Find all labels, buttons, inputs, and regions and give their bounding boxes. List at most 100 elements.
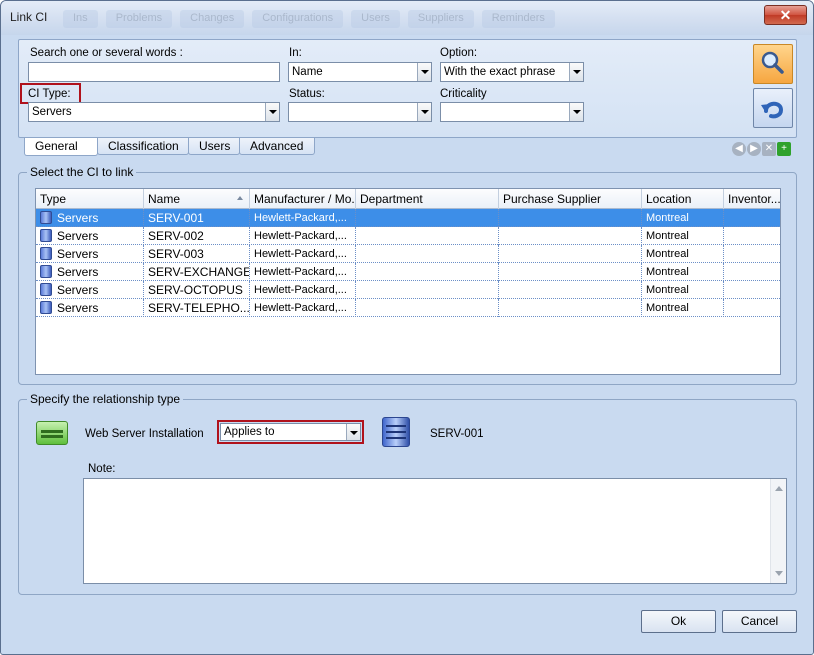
ci-type-select[interactable]: Servers bbox=[28, 102, 280, 122]
chevron-down-icon[interactable] bbox=[265, 103, 279, 121]
cell-supplier bbox=[499, 227, 642, 245]
tab-general[interactable]: General bbox=[24, 138, 98, 156]
option-select-value: With the exact phrase bbox=[444, 66, 556, 78]
column-header-name[interactable]: Name bbox=[144, 189, 250, 209]
cell-supplier bbox=[499, 209, 642, 227]
search-words-label: Search one or several words : bbox=[30, 47, 183, 59]
link-ci-dialog: Link CI Ins Problems Changes Configurati… bbox=[0, 0, 814, 655]
relationship-source-label: Web Server Installation bbox=[85, 428, 204, 440]
cell-inventory bbox=[724, 281, 780, 299]
chevron-down-icon[interactable] bbox=[417, 103, 431, 121]
tab-classification[interactable]: Classification bbox=[97, 138, 189, 155]
cell-type-text: Servers bbox=[57, 211, 99, 225]
column-header-department[interactable]: Department bbox=[356, 189, 499, 209]
cell-department bbox=[356, 227, 499, 245]
note-textarea[interactable] bbox=[83, 478, 787, 584]
column-header-inventory[interactable]: Inventor... bbox=[724, 189, 780, 209]
search-button[interactable] bbox=[753, 44, 793, 84]
cell-location: Montreal bbox=[642, 299, 724, 317]
delete-icon[interactable]: ✕ bbox=[762, 142, 776, 156]
column-header-type[interactable]: Type bbox=[36, 189, 144, 209]
cell-inventory bbox=[724, 227, 780, 245]
add-icon[interactable]: + bbox=[777, 142, 791, 156]
criticality-label: Criticality bbox=[440, 88, 487, 100]
note-label: Note: bbox=[88, 463, 116, 475]
chevron-down-icon[interactable] bbox=[417, 63, 431, 81]
relationship-group-title: Specify the relationship type bbox=[27, 392, 184, 406]
status-select[interactable] bbox=[288, 102, 432, 122]
cell-name: SERV-EXCHANGE bbox=[144, 263, 250, 281]
cell-manufacturer: Hewlett-Packard,... bbox=[250, 245, 356, 263]
option-select[interactable]: With the exact phrase bbox=[440, 62, 584, 82]
in-select[interactable]: Name bbox=[288, 62, 432, 82]
ok-button[interactable]: Ok bbox=[641, 610, 716, 633]
cell-inventory bbox=[724, 299, 780, 317]
cell-department bbox=[356, 209, 499, 227]
back-icon[interactable]: ◀ bbox=[732, 142, 746, 156]
ci-table-header: Type Name Manufacturer / Mo... Departmen… bbox=[36, 189, 780, 209]
server-icon bbox=[382, 417, 410, 447]
search-words-input[interactable] bbox=[28, 62, 280, 82]
background-menu-ghost: Ins Problems Changes Configurations User… bbox=[63, 10, 733, 30]
close-button[interactable]: ✕ bbox=[764, 5, 807, 25]
cell-manufacturer: Hewlett-Packard,... bbox=[250, 209, 356, 227]
in-select-value: Name bbox=[292, 66, 323, 78]
relation-type-select-value: Applies to bbox=[224, 426, 275, 438]
cell-name: SERV-002 bbox=[144, 227, 250, 245]
chevron-down-icon[interactable] bbox=[346, 424, 360, 440]
ghost-menu-item: Suppliers bbox=[407, 10, 474, 28]
table-row[interactable]: Servers SERV-003 Hewlett-Packard,... Mon… bbox=[36, 245, 780, 263]
tab-users[interactable]: Users bbox=[188, 138, 240, 155]
cell-location: Montreal bbox=[642, 263, 724, 281]
cell-manufacturer: Hewlett-Packard,... bbox=[250, 227, 356, 245]
table-row[interactable]: Servers SERV-OCTOPUS Hewlett-Packard,...… bbox=[36, 281, 780, 299]
option-label: Option: bbox=[440, 47, 478, 59]
chevron-down-icon[interactable] bbox=[569, 103, 583, 121]
magnifier-icon bbox=[761, 51, 784, 74]
scroll-up-icon[interactable] bbox=[775, 486, 783, 491]
ghost-menu-item: Ins bbox=[63, 10, 98, 28]
cell-type: Servers bbox=[36, 209, 144, 227]
chevron-down-icon[interactable] bbox=[569, 63, 583, 81]
cell-name: SERV-TELEPHO... bbox=[144, 299, 250, 317]
table-row[interactable]: Servers SERV-002 Hewlett-Packard,... Mon… bbox=[36, 227, 780, 245]
ci-table: Type Name Manufacturer / Mo... Departmen… bbox=[35, 188, 781, 375]
ghost-menu-item: Users bbox=[351, 10, 400, 28]
column-header-location[interactable]: Location bbox=[642, 189, 724, 209]
forward-icon[interactable]: ▶ bbox=[747, 142, 761, 156]
cancel-button[interactable]: Cancel bbox=[722, 610, 797, 633]
reset-button[interactable] bbox=[753, 88, 793, 128]
cell-manufacturer: Hewlett-Packard,... bbox=[250, 299, 356, 317]
cell-location: Montreal bbox=[642, 227, 724, 245]
list-toolbar: ◀ ▶ ✕ + bbox=[732, 142, 796, 158]
relation-type-select[interactable]: Applies to bbox=[220, 423, 361, 441]
tab-advanced[interactable]: Advanced bbox=[239, 138, 315, 155]
table-row[interactable]: Servers SERV-001 Hewlett-Packard,... Mon… bbox=[36, 209, 780, 227]
cell-inventory bbox=[724, 245, 780, 263]
server-icon bbox=[40, 229, 52, 242]
note-scrollbar[interactable] bbox=[770, 479, 786, 583]
search-tabs: General Classification Users Advanced bbox=[24, 138, 315, 157]
ghost-menu-item: Changes bbox=[180, 10, 245, 28]
table-row[interactable]: Servers SERV-EXCHANGE Hewlett-Packard,..… bbox=[36, 263, 780, 281]
cell-type-text: Servers bbox=[57, 229, 99, 243]
column-header-name-label: Name bbox=[148, 192, 181, 206]
column-header-manufacturer[interactable]: Manufacturer / Mo... bbox=[250, 189, 356, 209]
undo-icon bbox=[761, 101, 784, 119]
cell-name: SERV-003 bbox=[144, 245, 250, 263]
cell-name: SERV-001 bbox=[144, 209, 250, 227]
window-title: Link CI bbox=[10, 10, 48, 24]
criticality-select[interactable] bbox=[440, 102, 584, 122]
ghost-menu-item: Configurations bbox=[252, 10, 344, 28]
scroll-down-icon[interactable] bbox=[775, 571, 783, 576]
relationship-target-label: SERV-001 bbox=[430, 428, 484, 440]
sort-ascending-icon bbox=[237, 196, 243, 200]
status-label: Status: bbox=[289, 88, 325, 100]
ci-type-select-value: Servers bbox=[32, 106, 72, 118]
title-bar[interactable]: Link CI Ins Problems Changes Configurati… bbox=[1, 1, 813, 35]
cell-department bbox=[356, 281, 499, 299]
column-header-purchase-supplier[interactable]: Purchase Supplier bbox=[499, 189, 642, 209]
table-row[interactable]: Servers SERV-TELEPHO... Hewlett-Packard,… bbox=[36, 299, 780, 317]
cell-type: Servers bbox=[36, 263, 144, 281]
cell-location: Montreal bbox=[642, 245, 724, 263]
